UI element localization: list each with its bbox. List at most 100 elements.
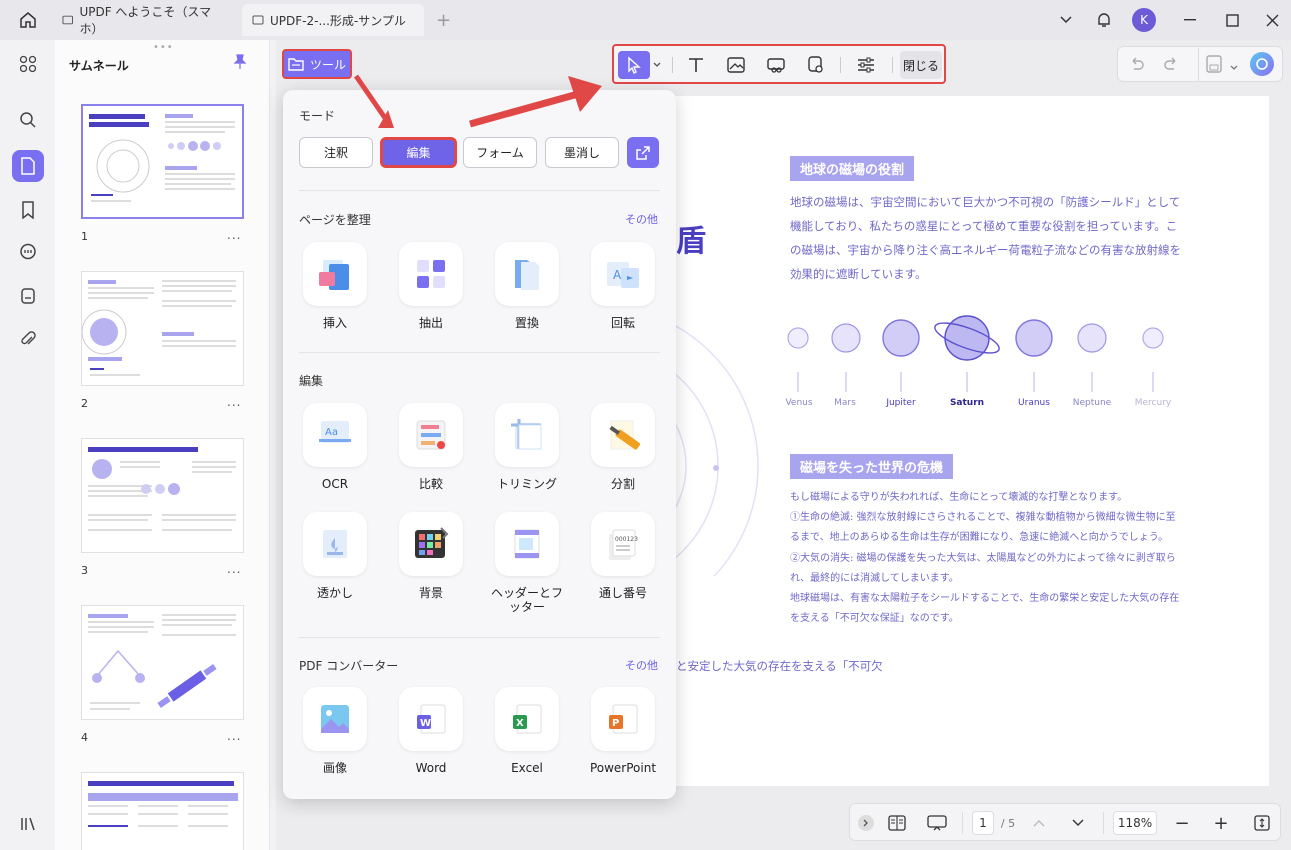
comment-icon[interactable] — [12, 236, 44, 268]
tool-replace[interactable]: 置換 — [487, 242, 567, 330]
maximize-icon[interactable] — [1222, 8, 1242, 32]
page-number: 4 — [81, 731, 88, 744]
home-icon[interactable] — [14, 8, 42, 32]
image-icon[interactable] — [722, 51, 750, 79]
mode-edit-button[interactable]: 編集 — [380, 137, 457, 168]
tool-bates-number[interactable]: 000123 通し番号 — [583, 512, 663, 600]
settings-sliders-icon[interactable] — [852, 51, 880, 79]
planet-label: Mars — [834, 398, 856, 408]
tool-split[interactable]: 分割 — [583, 403, 663, 491]
page-thumbnail-2[interactable] — [81, 271, 244, 386]
more-icon[interactable]: ... — [227, 562, 241, 576]
collapse-arrow-icon[interactable] — [858, 815, 874, 831]
save-icon[interactable] — [1206, 55, 1222, 76]
zoom-out-icon[interactable]: − — [1173, 811, 1191, 835]
fit-page-icon[interactable] — [1252, 811, 1272, 835]
tools-button[interactable]: ツール — [282, 49, 352, 79]
tool-ocr[interactable]: Aa OCR — [295, 403, 375, 491]
tool-label: Word — [415, 761, 447, 775]
zoom-level[interactable]: 118% — [1113, 811, 1157, 835]
tool-insert[interactable]: 挿入 — [295, 242, 375, 330]
page-number: 3 — [81, 564, 88, 577]
paragraph-line: を支える「不可欠な保証」なのです。 — [790, 613, 959, 625]
crop-icon — [495, 403, 559, 467]
tab-welcome[interactable]: UPDF へようこそ（スマホ） — [52, 4, 238, 36]
document-page: 盾 地球の磁場の役割 地球の磁場は、宇宙空間において巨大かつ不可視の「防護シール… — [598, 96, 1269, 786]
pin-icon[interactable] — [233, 54, 247, 73]
paragraph-line: ②大気の消失: 磁場の保護を失った大気は、太陽風などの外力によって徐々に剥ぎ取ら — [790, 552, 1176, 564]
organize-more-link[interactable]: その他 — [625, 211, 658, 227]
converter-title: PDF コンバーター — [299, 659, 399, 673]
tool-label: 画像 — [322, 761, 347, 775]
image-convert-icon — [303, 687, 367, 751]
tool-crop[interactable]: トリミング — [487, 403, 567, 491]
page-thumbnail-1[interactable] — [81, 104, 244, 219]
more-icon[interactable]: ... — [227, 395, 241, 409]
bookmark-icon[interactable] — [12, 194, 44, 226]
tool-header-footer[interactable]: ヘッダーとフッター — [487, 512, 567, 614]
right-toolbar — [1117, 46, 1283, 82]
previous-page-icon[interactable] — [1030, 811, 1048, 835]
tool-compare[interactable]: 比較 — [391, 403, 471, 491]
tool-watermark[interactable]: 透かし — [295, 512, 375, 600]
page-number-input[interactable]: 1 — [972, 811, 994, 835]
more-icon[interactable]: ... — [227, 228, 241, 242]
bell-icon[interactable] — [1094, 8, 1114, 32]
ai-assistant-icon[interactable] — [1250, 52, 1274, 76]
stamp-icon[interactable] — [12, 280, 44, 312]
title-fragment: 盾 — [676, 224, 706, 259]
tab-document[interactable]: UPDF-2-...形成-サンプル — [242, 4, 424, 36]
redo-icon[interactable] — [1164, 56, 1180, 75]
next-page-icon[interactable] — [1069, 811, 1087, 835]
mode-redact-button[interactable]: 墨消し — [545, 137, 619, 168]
page-thumbnail-4[interactable] — [81, 605, 244, 720]
paragraph: 地球の磁場は、宇宙空間において巨大かつ不可視の「防護シールド」として 機能してお… — [790, 190, 1181, 286]
svg-text:000123: 000123 — [615, 536, 638, 543]
text-icon[interactable] — [682, 51, 710, 79]
tool-label: 比較 — [418, 477, 443, 491]
tool-convert-word[interactable]: W Word — [391, 687, 471, 775]
close-edit-button[interactable]: 閉じる — [900, 51, 942, 79]
select-cursor-icon[interactable] — [618, 51, 650, 79]
tool-background[interactable]: 背景 — [391, 512, 471, 600]
chevron-down-icon[interactable] — [650, 51, 664, 79]
tool-convert-powerpoint[interactable]: P PowerPoint — [583, 687, 663, 775]
tool-label: トリミング — [496, 477, 557, 491]
more-icon[interactable]: ... — [227, 729, 241, 743]
close-icon[interactable] — [1262, 8, 1282, 32]
location-icon[interactable] — [802, 51, 830, 79]
chevron-down-icon[interactable] — [1230, 60, 1238, 74]
tool-extract[interactable]: 抽出 — [391, 242, 471, 330]
undo-icon[interactable] — [1128, 56, 1144, 75]
mode-title: モード — [299, 109, 336, 123]
svg-text:W: W — [420, 718, 431, 729]
apps-grid-icon[interactable] — [12, 48, 44, 80]
mode-form-button[interactable]: フォーム — [463, 137, 537, 168]
mode-annotate-button[interactable]: 注釈 — [299, 137, 373, 168]
tool-convert-excel[interactable]: X Excel — [487, 687, 567, 775]
page-thumbnail-3[interactable] — [81, 438, 244, 553]
thumbnail-icon[interactable] — [12, 150, 44, 182]
new-tab-plus-icon[interactable]: + — [436, 10, 451, 31]
divider — [299, 190, 660, 191]
page-thumbnail-5[interactable] — [81, 772, 244, 850]
tool-convert-image[interactable]: 画像 — [295, 687, 375, 775]
page-layout-icon[interactable] — [886, 811, 908, 835]
zoom-in-icon[interactable]: + — [1212, 811, 1230, 835]
link-icon[interactable] — [762, 51, 790, 79]
tool-rotate[interactable]: A 回転 — [583, 242, 663, 330]
chevron-down-icon[interactable] — [1056, 8, 1076, 32]
layers-icon[interactable] — [12, 808, 44, 840]
paragraph-fragment: と安定した大気の存在を支える「不可欠 — [676, 659, 883, 673]
search-icon[interactable] — [12, 104, 44, 136]
planet-label: Saturn — [949, 398, 985, 408]
presentation-icon[interactable] — [926, 811, 948, 835]
open-external-icon[interactable] — [627, 137, 659, 168]
converter-more-link[interactable]: その他 — [625, 657, 658, 673]
paragraph-line: れ、最終的には消滅してしまいます。 — [790, 572, 959, 584]
avatar[interactable]: K — [1132, 8, 1156, 32]
panel-grip[interactable]: ••• — [153, 42, 174, 53]
attachment-icon[interactable] — [12, 324, 44, 356]
minimize-icon[interactable] — [1180, 8, 1200, 32]
page-number: 1 — [81, 230, 88, 243]
